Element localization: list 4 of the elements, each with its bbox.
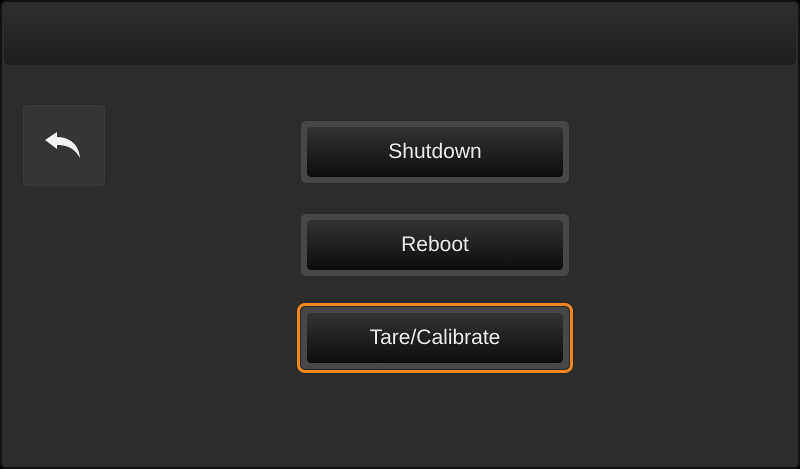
back-button[interactable] bbox=[23, 105, 105, 186]
menu-button[interactable]: Reboot bbox=[307, 220, 563, 270]
menu-button[interactable]: Tare/Calibrate bbox=[307, 313, 563, 363]
menu-button[interactable]: Shutdown bbox=[307, 127, 563, 177]
